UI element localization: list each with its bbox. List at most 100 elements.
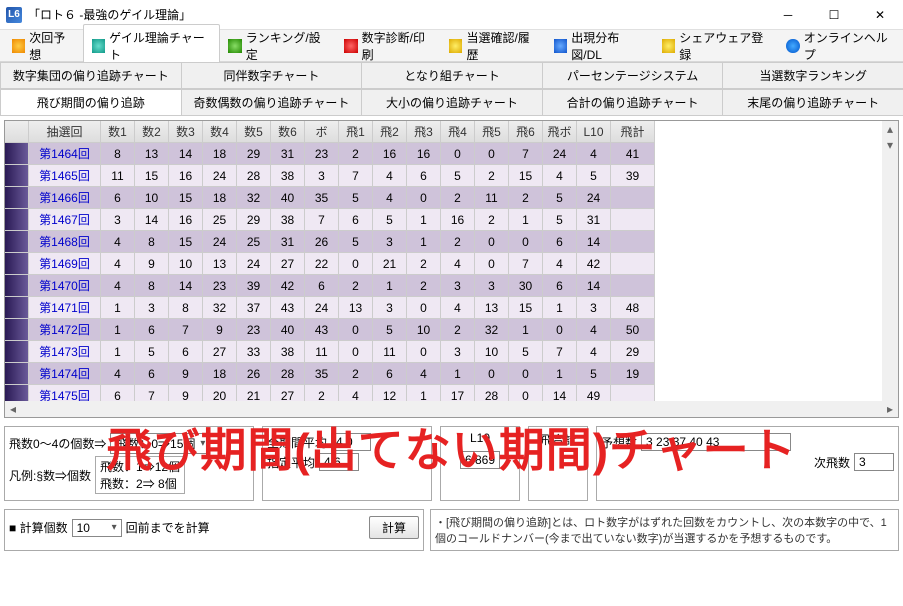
tab[interactable]: 大小の偏り追跡チャート bbox=[361, 89, 543, 115]
toolbtn-gail[interactable]: ゲイル理論チャート bbox=[83, 24, 221, 68]
tab[interactable]: 当選数字ランキング bbox=[722, 62, 903, 88]
scroll-right-icon[interactable]: ▸ bbox=[882, 401, 898, 417]
table-row[interactable]: 第1465回111516242838374652154539 bbox=[5, 165, 898, 187]
col-header[interactable]: 飛ボ bbox=[543, 121, 577, 143]
table-row[interactable]: 第1473回15627333811011031057429 bbox=[5, 341, 898, 363]
data-cell: 0 bbox=[407, 341, 441, 363]
data-cell: 19 bbox=[611, 363, 655, 385]
scroll-left-icon[interactable]: ◂ bbox=[5, 401, 21, 417]
data-cell: 5 bbox=[543, 187, 577, 209]
data-cell: 6 bbox=[407, 165, 441, 187]
data-cell: 32 bbox=[237, 187, 271, 209]
data-cell: 1 bbox=[373, 275, 407, 297]
toolbtn-forecast[interactable]: 次回予想 bbox=[4, 25, 83, 67]
calc-button[interactable]: 計算 bbox=[369, 516, 419, 539]
data-cell bbox=[611, 209, 655, 231]
col-header[interactable]: 飛6 bbox=[509, 121, 543, 143]
col-header[interactable]: 飛1 bbox=[339, 121, 373, 143]
scroll-down-icon[interactable]: ▾ bbox=[882, 137, 898, 153]
table-row[interactable]: 第1466回61015183240355402112524 bbox=[5, 187, 898, 209]
jikai-value: 3 bbox=[854, 453, 894, 471]
tab[interactable]: 同伴数字チャート bbox=[181, 62, 363, 88]
toolbtn-win[interactable]: 当選確認/履歴 bbox=[441, 25, 546, 67]
table-row[interactable]: 第1467回3141625293876511621531 bbox=[5, 209, 898, 231]
data-cell: 4 bbox=[543, 253, 577, 275]
tab[interactable]: 数字集団の偏り追跡チャート bbox=[0, 62, 182, 88]
data-cell: 5 bbox=[373, 209, 407, 231]
data-cell: 16 bbox=[169, 165, 203, 187]
flycount-select[interactable]: 飛数：0⇒15個▾ bbox=[110, 433, 210, 454]
tab[interactable]: パーセンテージシステム bbox=[542, 62, 724, 88]
toolbar-icon bbox=[344, 39, 357, 53]
col-header[interactable]: 数6 bbox=[271, 121, 305, 143]
tabs-lower: 飛び期間の偏り追跡奇数偶数の偏り追跡チャート大小の偏り追跡チャート合計の偏り追跡… bbox=[0, 89, 903, 116]
data-cell: 24 bbox=[305, 297, 339, 319]
col-header[interactable]: 飛計 bbox=[611, 121, 655, 143]
data-cell: 9 bbox=[135, 253, 169, 275]
yosou-value: 3 23 37 40 43 bbox=[641, 433, 791, 451]
data-cell: 5 bbox=[543, 209, 577, 231]
scroll-up-icon[interactable]: ▴ bbox=[882, 121, 898, 137]
data-cell: 50 bbox=[611, 319, 655, 341]
data-cell: 6 bbox=[135, 319, 169, 341]
toolbtn-help[interactable]: オンラインヘルプ bbox=[778, 25, 903, 67]
table-row[interactable]: 第1474回469182628352641001519 bbox=[5, 363, 898, 385]
col-header[interactable]: 飛5 bbox=[475, 121, 509, 143]
kai-cell: 第1471回 bbox=[29, 297, 101, 319]
toolbtn-share[interactable]: シェアウェア登録 bbox=[654, 25, 779, 67]
data-cell: 16 bbox=[373, 143, 407, 165]
table-row[interactable]: 第1468回481524253126531200614 bbox=[5, 231, 898, 253]
data-cell bbox=[611, 275, 655, 297]
data-cell: 6 bbox=[339, 209, 373, 231]
data-cell: 29 bbox=[237, 209, 271, 231]
toolbtn-dist[interactable]: 出現分布図/DL bbox=[546, 25, 654, 67]
col-header[interactable]: 飛2 bbox=[373, 121, 407, 143]
tab[interactable]: となり組チャート bbox=[361, 62, 543, 88]
kai-cell: 第1473回 bbox=[29, 341, 101, 363]
col-header[interactable]: 飛4 bbox=[441, 121, 475, 143]
col-header[interactable]: L10 bbox=[577, 121, 611, 143]
data-cell: 5 bbox=[441, 165, 475, 187]
table-row[interactable]: 第1470回481423394262123330614 bbox=[5, 275, 898, 297]
data-cell: 16 bbox=[407, 143, 441, 165]
data-cell: 11 bbox=[475, 187, 509, 209]
data-cell: 3 bbox=[441, 275, 475, 297]
table-row[interactable]: 第1469回4910132427220212407442 bbox=[5, 253, 898, 275]
data-cell: 41 bbox=[611, 143, 655, 165]
data-cell: 10 bbox=[135, 187, 169, 209]
col-header[interactable]: ボ bbox=[305, 121, 339, 143]
kai-cell: 第1470回 bbox=[29, 275, 101, 297]
tab[interactable]: 飛び期間の偏り追跡 bbox=[0, 89, 182, 115]
col-header[interactable]: 数5 bbox=[237, 121, 271, 143]
data-cell: 23 bbox=[203, 275, 237, 297]
data-cell: 11 bbox=[101, 165, 135, 187]
data-cell: 5 bbox=[339, 231, 373, 253]
panel-tobigoukei: 飛合計 bbox=[528, 426, 588, 501]
scrollbar-vertical[interactable]: ▴ ▾ bbox=[882, 121, 898, 401]
col-header[interactable]: 抽選回 bbox=[29, 121, 101, 143]
table-row[interactable]: 第1464回81314182931232161600724441 bbox=[5, 143, 898, 165]
data-cell: 5 bbox=[339, 187, 373, 209]
col-header[interactable]: 数2 bbox=[135, 121, 169, 143]
col-header[interactable]: 数3 bbox=[169, 121, 203, 143]
col-header[interactable]: 数1 bbox=[101, 121, 135, 143]
table-row[interactable]: 第1471回138323743241330413151348 bbox=[5, 297, 898, 319]
col-header[interactable]: 飛3 bbox=[407, 121, 441, 143]
data-grid: 抽選回数1数2数3数4数5数6ボ飛1飛2飛3飛4飛5飛6飛ボL10飛計 第146… bbox=[4, 120, 899, 418]
scrollbar-horizontal[interactable]: ◂ ▸ bbox=[5, 401, 898, 417]
data-cell: 0 bbox=[475, 253, 509, 275]
data-cell: 14 bbox=[169, 143, 203, 165]
data-cell: 15 bbox=[509, 297, 543, 319]
tab[interactable]: 末尾の偏り追跡チャート bbox=[722, 89, 903, 115]
data-cell: 13 bbox=[135, 143, 169, 165]
table-row[interactable]: 第1472回1679234043051023210450 bbox=[5, 319, 898, 341]
tab[interactable]: 奇数偶数の偏り追跡チャート bbox=[181, 89, 363, 115]
data-cell: 7 bbox=[509, 143, 543, 165]
data-cell: 4 bbox=[441, 297, 475, 319]
panel-calc: ■ 計算個数 10▾ 回前までを計算 計算 bbox=[4, 509, 424, 551]
tab[interactable]: 合計の偏り追跡チャート bbox=[542, 89, 724, 115]
calc-count-select[interactable]: 10▾ bbox=[72, 519, 122, 537]
col-header[interactable]: 数4 bbox=[203, 121, 237, 143]
toolbtn-diag[interactable]: 数字診断/印刷 bbox=[336, 25, 441, 67]
toolbtn-ranking[interactable]: ランキング/設定 bbox=[220, 25, 336, 67]
